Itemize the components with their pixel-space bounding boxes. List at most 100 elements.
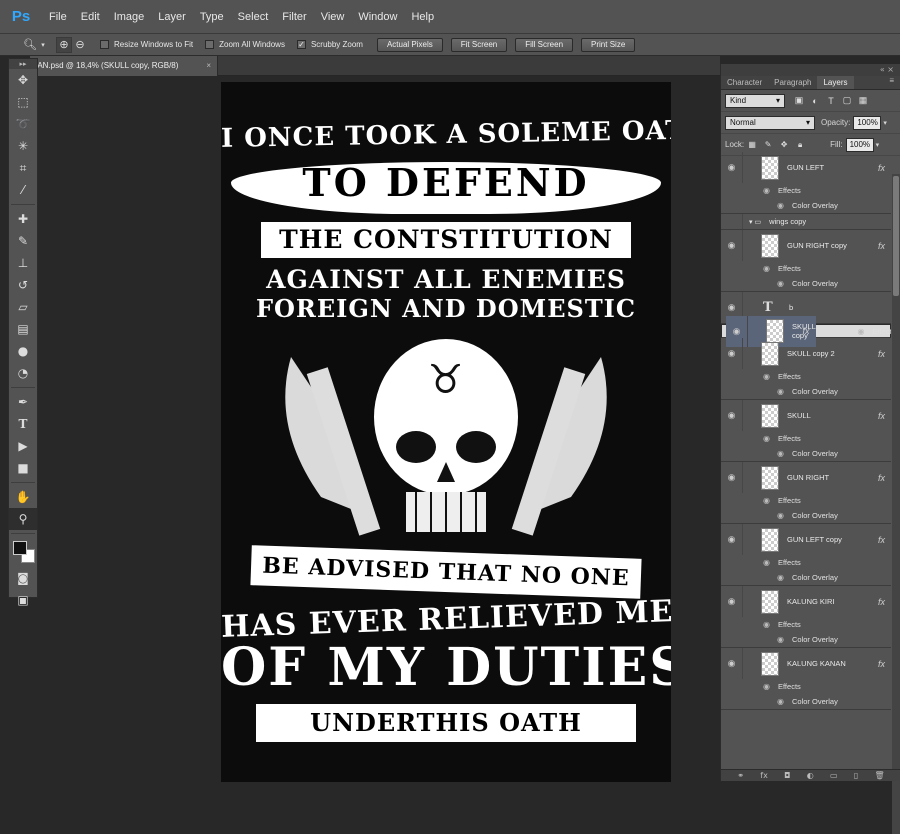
- canvas-area[interactable]: I ONCE TOOK A SOLEME OATH TO DEFEND THE …: [38, 77, 720, 782]
- layer-row[interactable]: ◉ SKULL copy 2 fx ◉ Effects ◉ Color Overlay: [721, 338, 891, 400]
- color-overlay-row[interactable]: ◉ Color Overlay: [721, 276, 891, 291]
- artwork-canvas[interactable]: I ONCE TOOK A SOLEME OATH TO DEFEND THE …: [221, 82, 671, 782]
- menu-window[interactable]: Window: [351, 0, 404, 34]
- menu-file[interactable]: File: [42, 0, 74, 34]
- fx-icon[interactable]: fx: [878, 473, 885, 483]
- trash-icon[interactable]: 🗑︎: [875, 771, 885, 780]
- layer-thumbnail[interactable]: [761, 651, 779, 676]
- history-brush-icon[interactable]: ↺: [9, 274, 37, 296]
- color-swatches[interactable]: [9, 537, 37, 567]
- fx-icon[interactable]: fx: [802, 326, 809, 336]
- layers-scrollbar[interactable]: [892, 174, 900, 834]
- layer-row[interactable]: ◉ GUN LEFT copy fx ◉ Effects ◉ Color Overlay: [721, 524, 891, 586]
- layer-thumbnail[interactable]: [761, 527, 779, 552]
- fx-icon[interactable]: fx: [878, 241, 885, 251]
- lock-position-icon[interactable]: ✥: [776, 137, 792, 153]
- visibility-eye-icon[interactable]: ◉: [721, 648, 743, 679]
- color-overlay-eye-icon[interactable]: ◉: [777, 573, 784, 582]
- link-icon[interactable]: ⚭: [737, 771, 744, 780]
- visibility-eye-icon[interactable]: ◉: [721, 586, 743, 617]
- menu-image[interactable]: Image: [107, 0, 152, 34]
- visibility-eye-icon[interactable]: ◉: [721, 400, 743, 431]
- layer-name[interactable]: wings copy: [769, 217, 891, 226]
- kind-filter-select[interactable]: Kind ▾: [725, 93, 785, 108]
- color-overlay-row[interactable]: ◉ Color Overlay: [721, 632, 891, 647]
- menu-layer[interactable]: Layer: [151, 0, 193, 34]
- fx-icon[interactable]: fx: [878, 535, 885, 545]
- fx-icon[interactable]: fx: [760, 771, 768, 780]
- color-overlay-row[interactable]: ◉ Color Overlay: [721, 508, 891, 523]
- zoom-all-checkbox[interactable]: Zoom All Windows: [205, 40, 285, 49]
- zoom-in-icon[interactable]: ⊕: [56, 36, 72, 53]
- adjustment-filter-icon[interactable]: ◐: [807, 93, 823, 109]
- effects-row[interactable]: ◉ Effects: [816, 324, 892, 339]
- panel-collapse-icon[interactable]: « ×: [721, 64, 900, 76]
- brush-tool-icon[interactable]: ✎: [9, 230, 37, 252]
- document-tab[interactable]: KAN.psd @ 18,4% (SKULL copy, RGB/8) ×: [30, 56, 218, 76]
- panel-menu-icon[interactable]: ≡: [889, 76, 900, 89]
- layer-row[interactable]: ◉ KALUNG KIRI fx ◉ Effects ◉ Color Overlay: [721, 586, 891, 648]
- smart-object-filter-icon[interactable]: ▦: [855, 93, 871, 109]
- effects-eye-icon[interactable]: ◉: [763, 620, 770, 629]
- visibility-eye-icon[interactable]: [721, 214, 743, 229]
- visibility-eye-icon[interactable]: ◉: [721, 462, 743, 493]
- close-icon[interactable]: ×: [206, 56, 211, 76]
- color-overlay-eye-icon[interactable]: ◉: [777, 387, 784, 396]
- layer-name[interactable]: KALUNG KANAN: [787, 659, 891, 668]
- zoom-tool-preset-icon[interactable]: 🔍︎: [22, 37, 38, 53]
- layer-thumbnail[interactable]: [761, 589, 779, 614]
- effects-eye-icon[interactable]: ◉: [763, 682, 770, 691]
- effects-row[interactable]: ◉ Effects: [721, 555, 891, 570]
- layer-name[interactable]: GUN RIGHT copy: [787, 241, 891, 250]
- layer-thumbnail[interactable]: [761, 465, 779, 490]
- new-layer-icon[interactable]: ▯: [854, 771, 858, 780]
- effects-row[interactable]: ◉ Effects: [721, 431, 891, 446]
- effects-eye-icon[interactable]: ◉: [858, 327, 865, 336]
- actual-pixels-button[interactable]: Actual Pixels: [376, 37, 443, 52]
- layer-thumbnail[interactable]: [761, 341, 779, 366]
- effects-eye-icon[interactable]: ◉: [763, 558, 770, 567]
- color-overlay-eye-icon[interactable]: ◉: [777, 511, 784, 520]
- zoom-out-icon[interactable]: ⊖: [72, 37, 88, 53]
- shape-tool-icon[interactable]: ■: [9, 457, 37, 479]
- menu-edit[interactable]: Edit: [74, 0, 107, 34]
- effects-row[interactable]: ◉ Effects: [721, 493, 891, 508]
- chevron-down-icon[interactable]: ▾: [883, 119, 887, 127]
- layer-name[interactable]: GUN LEFT: [787, 163, 891, 172]
- layer-thumbnail[interactable]: [761, 403, 779, 428]
- layer-name[interactable]: KALUNG KIRI: [787, 597, 891, 606]
- layer-thumbnail[interactable]: [761, 233, 779, 258]
- chevron-down-icon[interactable]: ▾: [876, 141, 880, 149]
- foreground-color[interactable]: [13, 541, 27, 555]
- blend-mode-select[interactable]: Normal ▾: [725, 115, 815, 130]
- move-tool-icon[interactable]: ✥: [9, 69, 37, 91]
- color-overlay-row[interactable]: ◉ Color Overlay: [721, 446, 891, 461]
- visibility-eye-icon[interactable]: ◉: [721, 338, 743, 369]
- lock-paint-icon[interactable]: ✎: [760, 137, 776, 153]
- path-select-icon[interactable]: ▶: [9, 435, 37, 457]
- effects-eye-icon[interactable]: ◉: [763, 264, 770, 273]
- lock-transparent-icon[interactable]: ▦: [744, 137, 760, 153]
- zoom-tool-icon[interactable]: ⚲: [9, 508, 37, 530]
- layer-row[interactable]: ◉ GUN RIGHT fx ◉ Effects ◉ Color Overlay: [721, 462, 891, 524]
- eyedropper-icon[interactable]: ⁄: [9, 179, 37, 201]
- blur-tool-icon[interactable]: ●: [9, 340, 37, 362]
- type-tool-icon[interactable]: T: [9, 413, 37, 435]
- layer-name[interactable]: GUN LEFT copy: [787, 535, 891, 544]
- layer-row[interactable]: ◉ KALUNG KANAN fx ◉ Effects ◉ Color Overlay: [721, 648, 891, 710]
- layer-row[interactable]: ◉ GUN RIGHT copy fx ◉ Effects ◉ Color Overlay: [721, 230, 891, 292]
- effects-eye-icon[interactable]: ◉: [763, 434, 770, 443]
- fill-screen-button[interactable]: Fill Screen: [515, 37, 574, 52]
- color-overlay-row[interactable]: ◉ Color Overlay: [721, 694, 891, 709]
- visibility-eye-icon[interactable]: ◉: [721, 152, 743, 183]
- image-filter-icon[interactable]: ▣: [791, 93, 807, 109]
- adjustment-icon[interactable]: ◐: [807, 771, 814, 780]
- menu-select[interactable]: Select: [231, 0, 276, 34]
- quick-mask-icon[interactable]: ◙: [9, 567, 37, 589]
- layer-name[interactable]: SKULL copy 2: [787, 349, 891, 358]
- dodge-tool-icon[interactable]: ◔: [9, 362, 37, 384]
- screen-mode-icon[interactable]: ▣: [9, 589, 37, 611]
- group-expand-icon[interactable]: ▾ ▭: [749, 218, 761, 226]
- color-overlay-eye-icon[interactable]: ◉: [777, 279, 784, 288]
- menu-filter[interactable]: Filter: [275, 0, 313, 34]
